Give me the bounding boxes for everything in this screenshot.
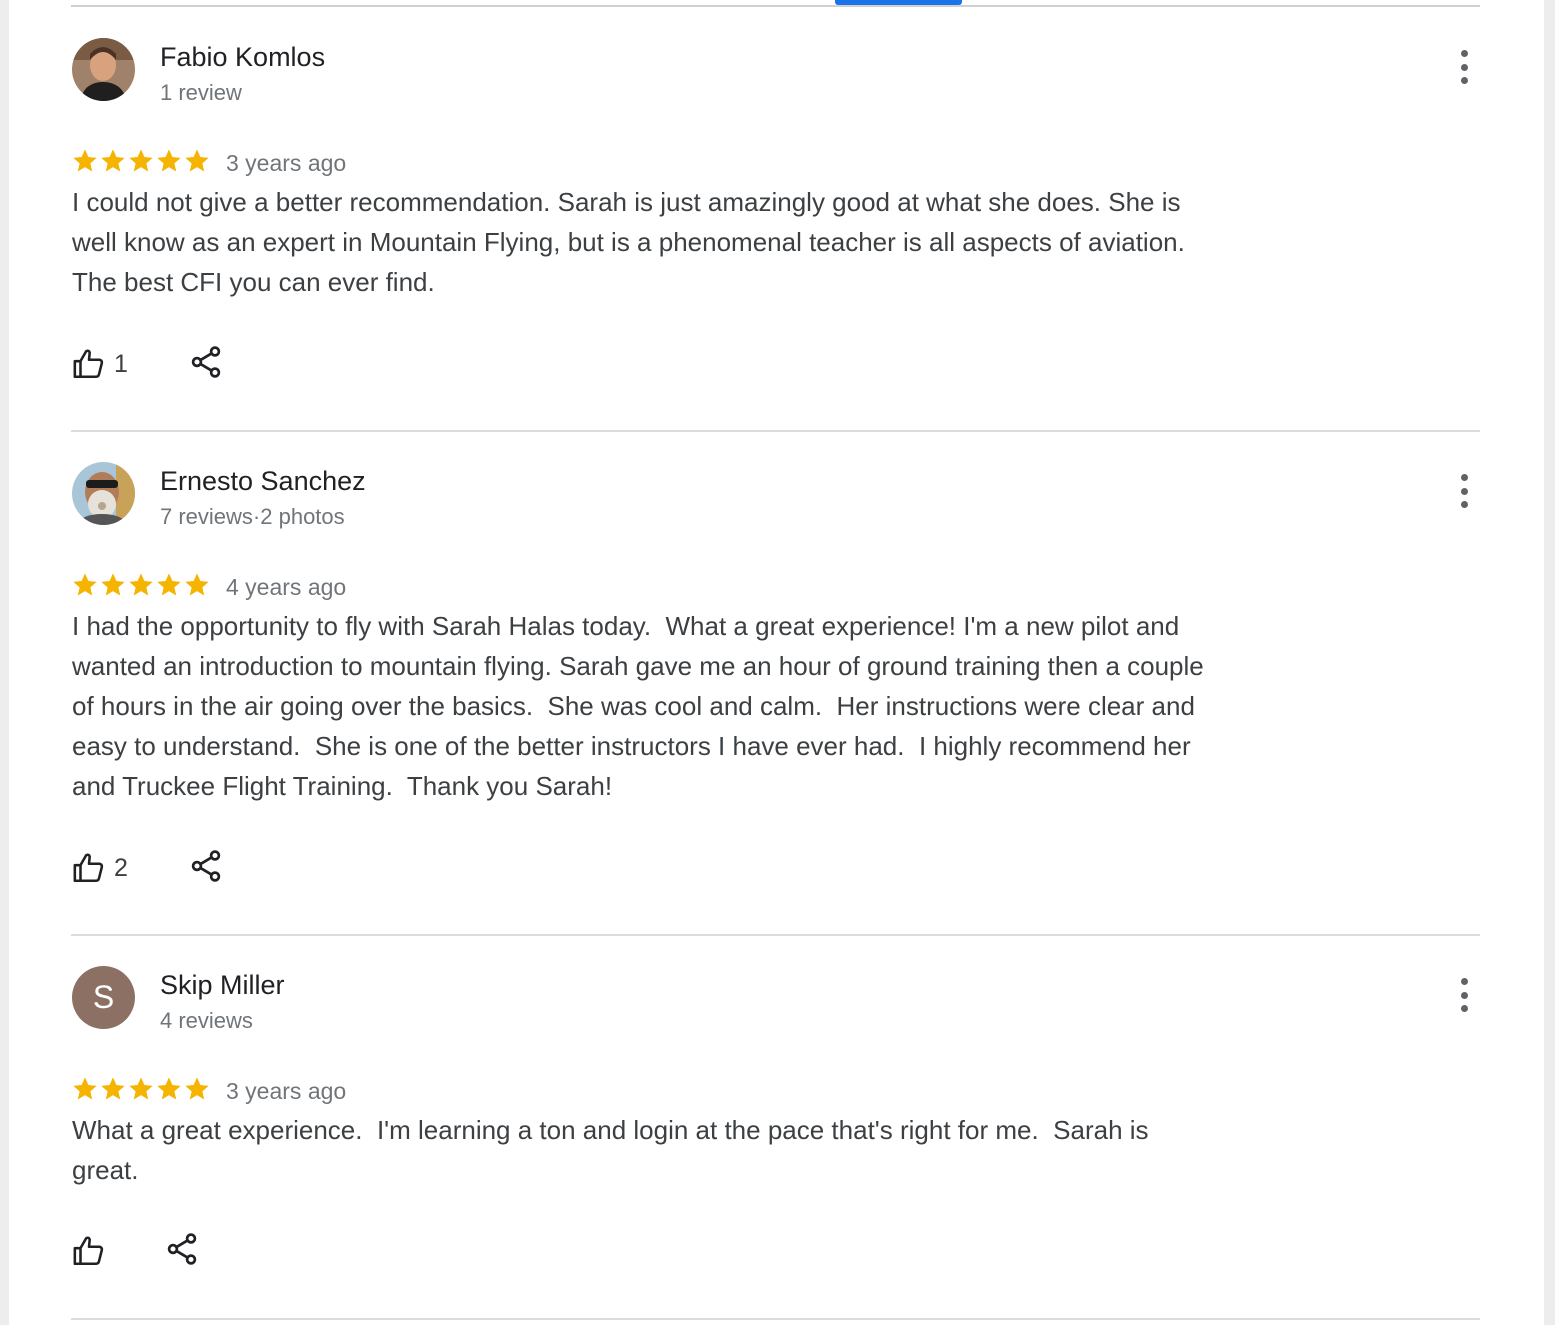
tab-bar-divider xyxy=(71,5,1480,7)
reviewer-meta: 7 reviews·2 photos xyxy=(160,504,345,529)
more-options-button[interactable] xyxy=(1450,50,1478,84)
thumbs-up-icon xyxy=(73,1236,104,1266)
star-icon xyxy=(185,1077,209,1100)
reviewer-name[interactable]: Skip Miller xyxy=(160,970,285,1001)
star-icon xyxy=(185,149,209,172)
share-button[interactable] xyxy=(188,848,224,884)
like-button[interactable]: 1 xyxy=(72,346,128,382)
star-icon xyxy=(73,573,97,596)
reviewer-meta: 4 reviews xyxy=(160,1008,253,1033)
more-vert-icon xyxy=(1460,474,1468,481)
reviewer-name[interactable]: Ernesto Sanchez xyxy=(160,466,366,497)
star-icon xyxy=(73,1077,97,1100)
review-divider xyxy=(71,430,1480,432)
star-icon xyxy=(185,573,209,596)
share-icon xyxy=(167,1233,197,1265)
share-icon xyxy=(191,346,221,378)
star-icon xyxy=(101,1077,125,1100)
star-rating xyxy=(71,146,211,176)
review-text: What a great experience. I'm learning a … xyxy=(72,1115,1149,1185)
review-divider xyxy=(71,1318,1480,1320)
review-divider xyxy=(71,934,1480,936)
like-button[interactable] xyxy=(72,1233,114,1269)
star-icon xyxy=(157,1077,181,1100)
share-button[interactable] xyxy=(188,344,224,380)
review-text: I had the opportunity to fly with Sarah … xyxy=(72,611,1204,801)
star-rating xyxy=(71,1074,211,1104)
more-vert-icon xyxy=(1460,50,1468,57)
like-count: 1 xyxy=(114,349,128,378)
star-icon xyxy=(157,573,181,596)
share-icon xyxy=(191,850,221,882)
star-icon xyxy=(157,149,181,172)
more-options-button[interactable] xyxy=(1450,978,1478,1012)
star-icon xyxy=(129,573,153,596)
review-date: 4 years ago xyxy=(226,574,347,600)
reviewer-name[interactable]: Fabio Komlos xyxy=(160,42,325,73)
active-tab-indicator xyxy=(835,0,962,5)
more-options-button[interactable] xyxy=(1450,474,1478,508)
review-date: 3 years ago xyxy=(226,150,347,176)
avatar-photo xyxy=(72,462,135,525)
reviewer-avatar[interactable]: S xyxy=(72,966,135,1029)
star-icon xyxy=(129,1077,153,1100)
reviewer-meta: 1 review xyxy=(160,80,242,105)
thumbs-up-icon xyxy=(73,349,104,379)
like-button[interactable]: 2 xyxy=(72,850,128,886)
star-rating xyxy=(71,570,211,600)
review-date: 3 years ago xyxy=(226,1078,347,1104)
star-icon xyxy=(101,573,125,596)
star-icon xyxy=(73,149,97,172)
share-button[interactable] xyxy=(164,1231,200,1267)
avatar-photo xyxy=(72,38,135,101)
review-text: I could not give a better recommendation… xyxy=(72,187,1185,297)
star-icon xyxy=(129,149,153,172)
more-vert-icon xyxy=(1460,978,1468,985)
thumbs-up-icon xyxy=(73,853,104,883)
star-icon xyxy=(101,149,125,172)
reviewer-avatar[interactable] xyxy=(72,462,135,525)
like-count: 2 xyxy=(114,853,128,882)
reviewer-avatar[interactable] xyxy=(72,38,135,101)
